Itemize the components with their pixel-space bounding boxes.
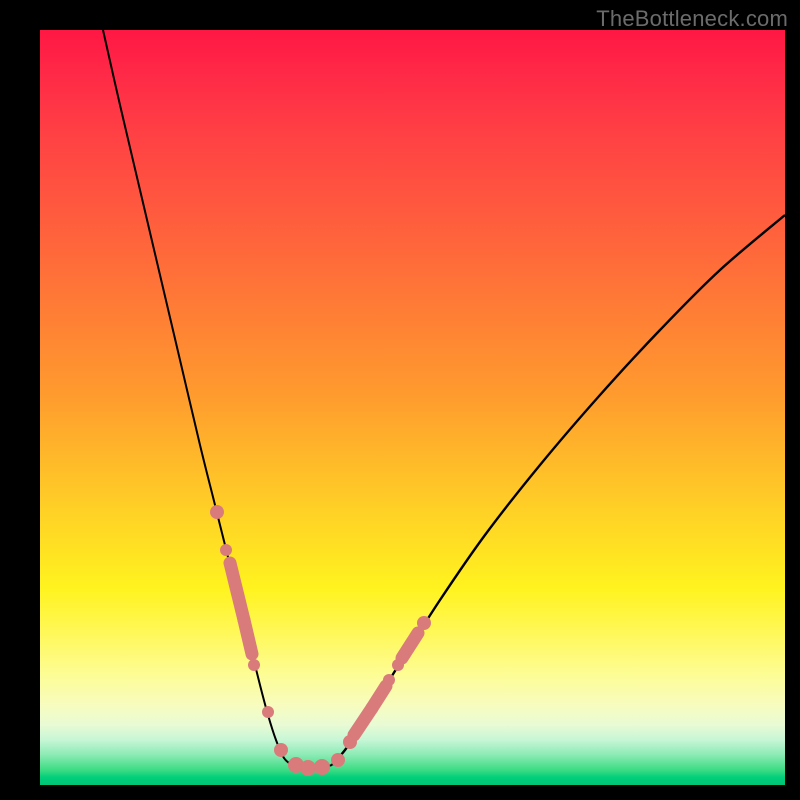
marker-dot — [220, 544, 232, 556]
marker-dot — [392, 659, 404, 671]
marker-dot — [262, 706, 274, 718]
marker-capsules — [230, 563, 418, 735]
marker-capsule — [372, 686, 386, 708]
watermark-text: TheBottleneck.com — [596, 6, 788, 32]
marker-dot — [343, 735, 357, 749]
marker-dot — [383, 674, 395, 686]
marker-dot — [210, 505, 224, 519]
plot-area — [40, 30, 785, 785]
marker-capsule — [244, 620, 252, 654]
marker-dot — [248, 659, 260, 671]
curve-right-branch — [332, 215, 785, 765]
marker-dot — [331, 753, 345, 767]
marker-dot — [417, 616, 431, 630]
chart-svg — [40, 30, 785, 785]
marker-capsule — [230, 563, 244, 620]
marker-dot — [274, 743, 288, 757]
chart-frame: TheBottleneck.com — [0, 0, 800, 800]
curve-left-branch — [103, 30, 292, 765]
marker-dot — [314, 759, 330, 775]
marker-capsule — [402, 633, 418, 658]
marker-dot — [300, 760, 316, 776]
